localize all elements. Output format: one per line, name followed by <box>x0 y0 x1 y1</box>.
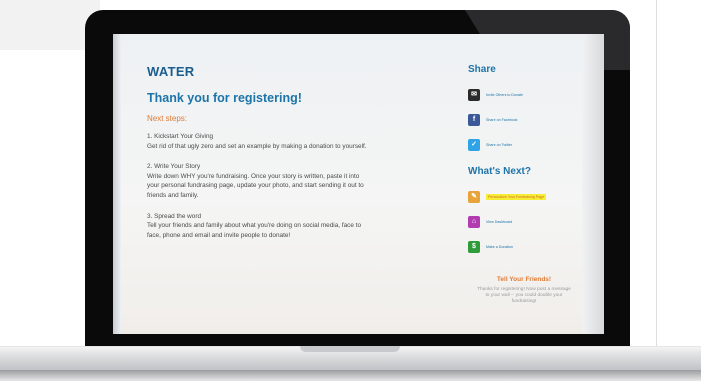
share-item-label: Share on Twitter <box>486 142 513 147</box>
pencil-icon: ✎ <box>468 190 480 203</box>
tell-friends-heading: Tell Your Friends! <box>496 276 552 283</box>
step-line: Write down WHY you're fundraising. Once … <box>147 172 360 180</box>
whats-next-heading: What's Next? <box>468 166 531 177</box>
share-twitter-link[interactable]: ✓ Share on Twitter <box>468 137 580 152</box>
next-item-label: Make a Donation <box>486 244 514 249</box>
email-icon: ✉ <box>468 88 480 101</box>
tell-friends-text: Thanks for registering! Now post a messa… <box>477 287 571 305</box>
screen-edge-shade <box>113 34 121 334</box>
make-donation-link[interactable]: $ Make a Donation <box>468 239 580 254</box>
home-icon: ⌂ <box>468 215 480 228</box>
step-line: Get rid of that ugly zero and set an exa… <box>147 142 367 150</box>
laptop-base-edge <box>0 370 701 381</box>
step-write-story: 2. Write Your Story Write down WHY you'r… <box>147 162 447 200</box>
laptop-screen: WATER Thank you for registering! Next st… <box>113 34 604 334</box>
step-title: 2. Write Your Story <box>147 163 201 171</box>
thank-you-heading: Thank you for registering! <box>147 91 302 105</box>
step-title: 3. Spread the word <box>147 212 201 220</box>
tell-friends-box: Tell Your Friends! Thanks for registerin… <box>468 276 580 306</box>
page-title: WATER <box>147 64 195 79</box>
step-spread-word: 3. Spread the word Tell your friends and… <box>147 212 447 241</box>
next-item-label: View Dashboard <box>486 219 513 224</box>
step-kickstart: 1. Kickstart Your Giving Get rid of that… <box>147 132 447 151</box>
share-facebook-link[interactable]: f Share on Facebook <box>468 112 580 127</box>
view-dashboard-link[interactable]: ⌂ View Dashboard <box>468 214 580 229</box>
step-line: your personal fundrasing page, update yo… <box>147 182 364 190</box>
step-line: friends and family. <box>147 191 199 199</box>
facebook-icon: f <box>468 113 480 126</box>
twitter-icon: ✓ <box>468 138 480 151</box>
screen-edge-shade <box>582 34 604 334</box>
main-content: WATER Thank you for registering! Next st… <box>147 64 447 251</box>
page-divider <box>656 0 657 381</box>
step-line: face, phone and email and invite people … <box>147 231 291 239</box>
next-item-label: Personalize Your Fundraising Page <box>486 193 547 200</box>
share-item-label: Invite Others to Donate <box>486 92 523 97</box>
step-line: Tell your friends and family about what … <box>147 222 362 230</box>
personalize-page-link[interactable]: ✎ Personalize Your Fundraising Page <box>468 189 580 204</box>
share-item-label: Share on Facebook <box>486 117 518 122</box>
share-heading: Share <box>468 64 496 75</box>
laptop-lid: WATER Thank you for registering! Next st… <box>85 10 630 362</box>
money-icon: $ <box>468 240 480 253</box>
share-invite-link[interactable]: ✉ Invite Others to Donate <box>468 87 580 102</box>
sidebar: Share ✉ Invite Others to Donate f Share … <box>468 64 580 306</box>
step-title: 1. Kickstart Your Giving <box>147 133 214 140</box>
next-steps-label: Next steps: <box>147 114 188 123</box>
laptop-notch <box>300 346 400 352</box>
